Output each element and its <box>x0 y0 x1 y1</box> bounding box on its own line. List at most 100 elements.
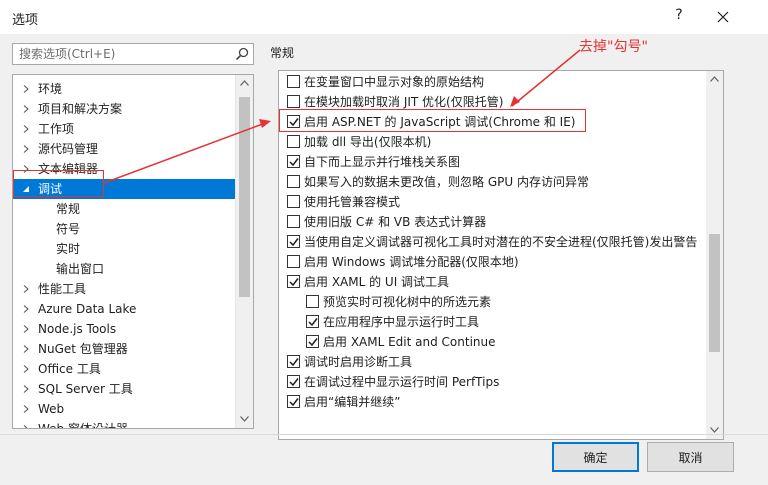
option-label: 如果写入的数据未更改值，则忽略 GPU 内存访问异常 <box>304 175 589 189</box>
option-row[interactable]: 启用 Windows 调试堆分配器(仅限本地) <box>279 252 707 272</box>
tree-item[interactable]: 项目和解决方案 <box>13 99 235 119</box>
tree-item[interactable]: Office 工具 <box>13 359 235 379</box>
collapsed-arrow-icon[interactable] <box>21 139 31 159</box>
tree-item[interactable]: 环境 <box>13 79 235 99</box>
tree-item-label: 符号 <box>56 222 81 236</box>
option-checkbox[interactable] <box>287 275 300 288</box>
option-label: 在模块加载时取消 JIT 优化(仅限托管) <box>304 95 504 109</box>
scroll-up-button[interactable] <box>236 75 253 92</box>
options-list: 在变量窗口中显示对象的原始结构在模块加载时取消 JIT 优化(仅限托管) 启用 A… <box>279 71 707 439</box>
section-title: 常规 <box>270 46 295 60</box>
option-checkbox[interactable] <box>287 395 300 408</box>
tree-list: 环境项目和解决方案 工作项 源代码管理 文本编辑器 调试常规符号实时输出窗口性能工具 Az… <box>13 75 235 428</box>
option-checkbox[interactable] <box>287 215 300 228</box>
option-checkbox[interactable] <box>287 195 300 208</box>
option-row[interactable]: 在调试过程中显示运行时间 PerfTips <box>279 372 707 392</box>
tree-item[interactable]: 源代码管理 <box>13 139 235 159</box>
option-row[interactable]: 使用旧版 C# 和 VB 表达式计算器 <box>279 212 707 232</box>
option-row[interactable]: 启用 ASP.NET 的 JavaScript 调试(Chrome 和 IE) <box>279 112 707 132</box>
option-checkbox[interactable] <box>306 315 319 328</box>
collapsed-arrow-icon[interactable] <box>21 299 31 319</box>
option-row[interactable]: 自下而上显示并行堆栈关系图 <box>279 152 707 172</box>
option-row[interactable]: 如果写入的数据未更改值，则忽略 GPU 内存访问异常 <box>279 172 707 192</box>
collapsed-arrow-icon[interactable] <box>21 319 31 339</box>
option-checkbox[interactable] <box>287 155 300 168</box>
collapsed-arrow-icon[interactable] <box>21 379 31 399</box>
option-checkbox[interactable] <box>287 175 300 188</box>
tree-item[interactable]: 常规 <box>13 199 235 219</box>
scroll-down-button[interactable] <box>706 422 723 439</box>
option-row[interactable]: 在应用程序中显示运行时工具 <box>279 312 707 332</box>
option-row[interactable]: 预览实时可视化树中的所选元素 <box>279 292 707 312</box>
collapsed-arrow-icon[interactable] <box>21 119 31 139</box>
option-row[interactable]: 启用 XAML Edit and Continue <box>279 332 707 352</box>
cancel-button[interactable]: 取消 <box>647 442 734 472</box>
option-row[interactable]: 启用“编辑并继续” <box>279 392 707 412</box>
tree-item[interactable]: 文本编辑器 <box>13 159 235 179</box>
chevron-down-icon <box>240 416 249 422</box>
option-checkbox[interactable] <box>306 335 319 348</box>
option-checkbox[interactable] <box>287 135 300 148</box>
option-checkbox[interactable] <box>287 375 300 388</box>
tree-item[interactable]: 调试 <box>13 179 235 199</box>
option-checkbox[interactable] <box>287 355 300 368</box>
tree-item[interactable]: Web <box>13 399 235 419</box>
tree-item[interactable]: 符号 <box>13 219 235 239</box>
option-row[interactable]: 当使用自定义调试器可视化工具时对潜在的不安全进程(仅限托管)发出警告 <box>279 232 707 252</box>
tree-item[interactable]: NuGet 包管理器 <box>13 339 235 359</box>
tree-item[interactable]: SQL Server 工具 <box>13 379 235 399</box>
option-row[interactable]: 使用托管兼容模式 <box>279 192 707 212</box>
collapsed-arrow-icon[interactable] <box>21 419 31 428</box>
search-icon[interactable] <box>235 47 249 61</box>
search-box[interactable] <box>12 43 254 65</box>
tree-scrollbar[interactable] <box>235 75 253 428</box>
scroll-thumb[interactable] <box>239 97 250 297</box>
options-scrollbar[interactable] <box>706 71 723 439</box>
option-label: 调试时启用诊断工具 <box>304 355 413 369</box>
collapsed-arrow-icon[interactable] <box>21 399 31 419</box>
tree-item[interactable]: Node.js Tools <box>13 319 235 339</box>
option-row[interactable]: 加载 dll 导出(仅限本机) <box>279 132 707 152</box>
window-title: 选项 <box>12 13 39 28</box>
tree-item[interactable]: Web 窗体设计器 <box>13 419 235 428</box>
annotation-arrowhead <box>259 119 271 128</box>
option-label: 预览实时可视化树中的所选元素 <box>323 295 492 309</box>
scroll-up-button[interactable] <box>706 71 723 88</box>
tree-item[interactable]: Azure Data Lake <box>13 299 235 319</box>
scroll-down-button[interactable] <box>236 411 253 428</box>
option-row[interactable]: 在变量窗口中显示对象的原始结构 <box>279 72 707 92</box>
expanded-arrow-icon[interactable] <box>21 179 31 199</box>
option-row[interactable]: 在模块加载时取消 JIT 优化(仅限托管) <box>279 92 707 112</box>
tree-item[interactable]: 输出窗口 <box>13 259 235 279</box>
collapsed-arrow-icon[interactable] <box>21 359 31 379</box>
tree-item-label: 环境 <box>38 82 63 96</box>
option-checkbox[interactable] <box>287 115 300 128</box>
title-bar: 选项 ? <box>0 0 768 34</box>
check-icon <box>289 158 299 167</box>
collapsed-arrow-icon[interactable] <box>21 99 31 119</box>
search-input[interactable] <box>17 45 227 63</box>
option-checkbox[interactable] <box>306 295 319 308</box>
collapsed-arrow-icon[interactable] <box>21 159 31 179</box>
close-button[interactable] <box>708 4 738 30</box>
option-checkbox[interactable] <box>287 95 300 108</box>
option-label: 在变量窗口中显示对象的原始结构 <box>304 75 485 89</box>
collapsed-arrow-icon[interactable] <box>21 279 31 299</box>
tree-item-label: 输出窗口 <box>56 262 105 276</box>
ok-button[interactable]: 确定 <box>552 442 639 472</box>
check-icon <box>308 338 318 347</box>
tree-item[interactable]: 实时 <box>13 239 235 259</box>
collapsed-arrow-icon[interactable] <box>21 79 31 99</box>
option-row[interactable]: 调试时启用诊断工具 <box>279 352 707 372</box>
tree-item-label: Azure Data Lake <box>38 302 137 316</box>
option-checkbox[interactable] <box>287 75 300 88</box>
tree-item[interactable]: 性能工具 <box>13 279 235 299</box>
option-checkbox[interactable] <box>287 235 300 248</box>
option-row[interactable]: 启用 XAML 的 UI 调试工具 <box>279 272 707 292</box>
scroll-thumb[interactable] <box>709 234 720 352</box>
tree-item-label: 常规 <box>56 202 81 216</box>
help-button[interactable]: ? <box>669 7 689 23</box>
tree-item[interactable]: 工作项 <box>13 119 235 139</box>
option-checkbox[interactable] <box>287 255 300 268</box>
collapsed-arrow-icon[interactable] <box>21 339 31 359</box>
